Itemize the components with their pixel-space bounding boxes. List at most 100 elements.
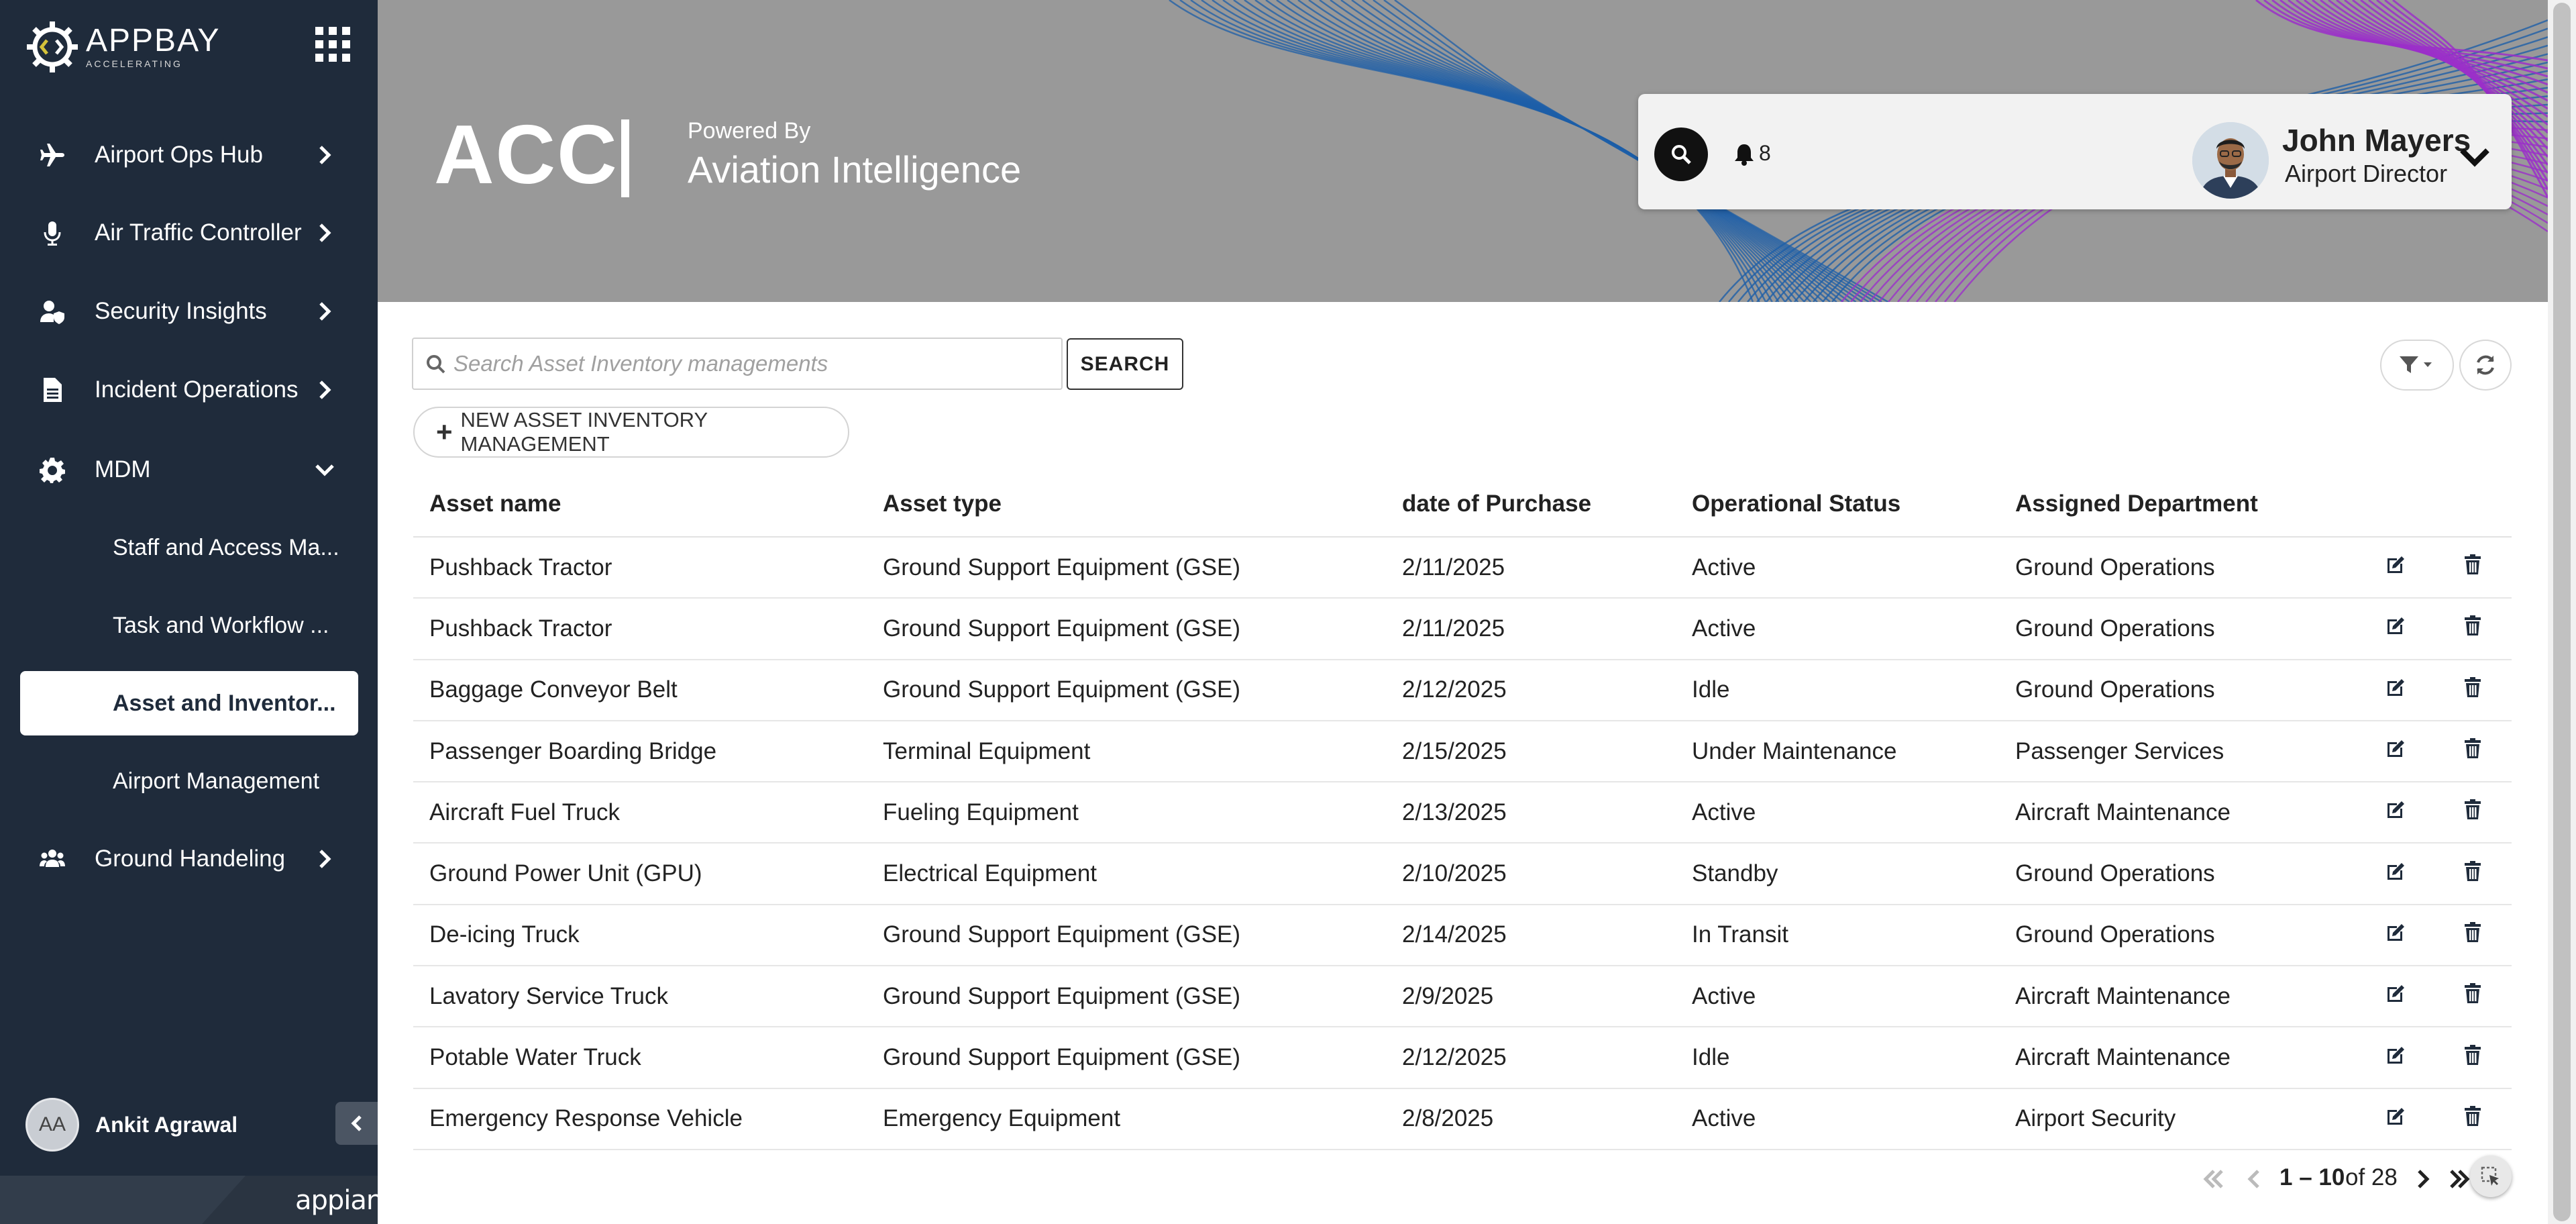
sidebar-item-mdm[interactable]: MDM [0,436,378,503]
profile-menu-toggle[interactable] [2457,144,2493,170]
edit-icon[interactable] [2385,737,2408,760]
delete-icon[interactable] [2461,982,2484,1005]
delete-icon[interactable] [2461,553,2484,576]
column-header-asset-name[interactable]: Asset name [413,471,867,538]
chevron-left-icon [350,1115,362,1131]
previous-page-icon[interactable] [2241,1166,2267,1192]
delete-icon[interactable] [2461,860,2484,882]
avatar[interactable]: AA [25,1098,79,1152]
edit-icon[interactable] [2385,798,2408,821]
appbay-logo[interactable]: APPBAY ACCELERATING [21,15,223,79]
pagination: 1 – 10 of 28 [2200,1158,2482,1198]
table-cell: In Transit [1676,904,1999,967]
table-row[interactable]: Lavatory Service Truck Ground Support Equ… [413,966,2512,1028]
table-cell: Standby [1676,843,1999,905]
page-scrollbar[interactable] [2548,0,2576,1224]
table-row[interactable]: Pushback Tractor Ground Support Equipment… [413,598,2512,660]
notification-count: 8 [1759,141,1771,165]
table-cell: 2/9/2025 [1386,966,1676,1028]
delete-cell [2434,782,2512,844]
sidebar-subitem-staff-access[interactable]: Staff and Access Ma... [20,515,358,580]
table-cell: Emergency Equipment [867,1088,1386,1150]
page-title: ACC [434,109,619,201]
new-asset-label: NEW ASSET INVENTORY MANAGEMENT [460,408,708,456]
table-cell: Aircraft Maintenance [1999,782,2359,844]
last-page-icon[interactable] [2446,1166,2473,1192]
table-row[interactable]: De-icing Truck Ground Support Equipment (… [413,904,2512,967]
sidebar-item-airport-ops-hub[interactable]: Airport Ops Hub [0,121,378,189]
delete-icon[interactable] [2461,614,2484,637]
new-asset-button[interactable]: + NEW ASSET INVENTORY MANAGEMENT [413,407,849,458]
sidebar-item-security-insights[interactable]: Security Insights [0,278,378,345]
sidebar-subitem-airport-management[interactable]: Airport Management [20,749,358,813]
table-cell: Pushback Tractor [413,598,867,660]
page-total: of 28 [2345,1164,2398,1190]
next-page-icon[interactable] [2410,1166,2436,1192]
edit-icon[interactable] [2385,1043,2408,1066]
collapse-sidebar-button[interactable] [335,1102,378,1145]
table-cell: Active [1676,782,1999,844]
delete-icon[interactable] [2461,921,2484,944]
user-card: 8 John Mayers Airport Director [1638,94,2512,209]
delete-icon[interactable] [2461,676,2484,699]
column-header-assigned-department[interactable]: Assigned Department [1999,471,2359,538]
delete-icon[interactable] [2461,798,2484,821]
search-input[interactable] [453,339,1051,389]
sidebar-item-ground-handeling[interactable]: Ground Handeling [0,825,378,892]
table-cell: 2/12/2025 [1386,1027,1676,1089]
profile-role: Airport Director [2285,160,2448,187]
sidebar-subitem-task-workflow[interactable]: Task and Workflow ... [20,593,358,658]
sidebar-subitem-label: Airport Management [113,768,320,794]
search-button[interactable]: SEARCH [1067,338,1183,390]
global-search-button[interactable] [1654,128,1708,181]
table-cell: 2/8/2025 [1386,1088,1676,1150]
table-cell: Idle [1676,1027,1999,1089]
bell-icon[interactable] [1733,142,1755,166]
users-icon [38,844,67,874]
cursor-select-icon [2481,1166,2499,1186]
table-cell: 2/12/2025 [1386,659,1676,721]
edit-icon[interactable] [2385,614,2408,637]
table-cell: Passenger Boarding Bridge [413,720,867,783]
search-icon [1672,145,1691,164]
table-row[interactable]: Baggage Conveyor Belt Ground Support Equi… [413,659,2512,721]
sidebar-item-label: Ground Handeling [95,846,286,872]
cursor-select-button[interactable] [2470,1156,2512,1197]
sidebar-subitem-asset-inventory[interactable]: Asset and Inventor... [20,671,358,735]
table-cell: Ground Support Equipment (GSE) [867,1027,1386,1089]
sidebar-item-incident-operations[interactable]: Incident Operations [0,356,378,423]
table-row[interactable]: Aircraft Fuel Truck Fueling Equipment 2/13… [413,782,2512,844]
delete-icon[interactable] [2461,1043,2484,1066]
table-row[interactable]: Pushback Tractor Ground Support Equipment… [413,537,2512,599]
column-header-asset-type[interactable]: Asset type [867,471,1386,538]
table-row[interactable]: Emergency Response Vehicle Emergency Equi… [413,1088,2512,1150]
column-header-date-of-purchase[interactable]: date of Purchase [1386,471,1676,538]
appian-footer: appian [0,1176,378,1224]
edit-icon[interactable] [2385,1105,2408,1127]
table-row[interactable]: Ground Power Unit (GPU) Electrical Equipm… [413,843,2512,905]
delete-icon[interactable] [2461,1105,2484,1127]
profile-avatar[interactable] [2192,122,2269,199]
column-header-operational-status[interactable]: Operational Status [1676,471,1999,538]
search-icon [427,355,445,374]
edit-icon[interactable] [2385,553,2408,576]
scrollbar-thumb[interactable] [2553,3,2571,1221]
refresh-button[interactable] [2459,340,2512,391]
delete-icon[interactable] [2461,737,2484,760]
edit-icon[interactable] [2385,982,2408,1005]
first-page-icon[interactable] [2200,1166,2227,1192]
edit-cell [2359,537,2434,599]
user-shield-icon [38,297,67,326]
sidebar-item-air-traffic-controller[interactable]: Air Traffic Controller [0,199,378,266]
edit-cell [2359,904,2434,967]
edit-icon[interactable] [2385,860,2408,882]
table-cell: Aircraft Fuel Truck [413,782,867,844]
table-cell: Electrical Equipment [867,843,1386,905]
table-row[interactable]: Potable Water Truck Ground Support Equipm… [413,1027,2512,1089]
table-row[interactable]: Passenger Boarding Bridge Terminal Equipm… [413,720,2512,783]
edit-icon[interactable] [2385,676,2408,699]
apps-grid-icon[interactable] [315,27,350,62]
filter-button[interactable] [2380,340,2454,391]
sidebar: APPBAY ACCELERATING Airport Ops Hub Air … [0,0,378,1224]
edit-icon[interactable] [2385,921,2408,944]
